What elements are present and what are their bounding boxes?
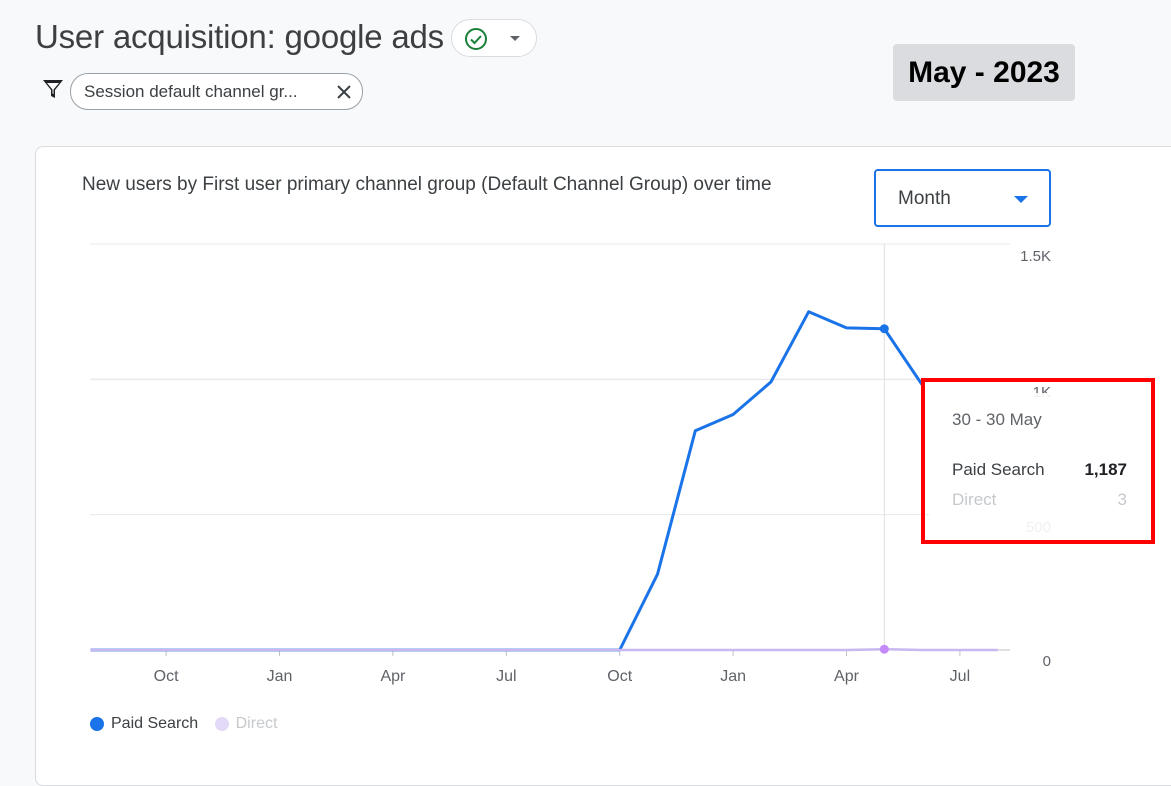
legend-label-paid-search: Paid Search <box>111 715 199 732</box>
y-tick-label: 1.5K <box>1020 248 1051 265</box>
hover-point-paid-search <box>879 324 889 334</box>
legend-item-paid-search[interactable]: Paid Search <box>90 715 198 733</box>
line-chart: 05001K1.5KOctJanAprJulOctJanAprJul <box>90 243 1051 685</box>
x-tick-label: Apr <box>380 668 406 685</box>
hover-point-direct <box>879 644 889 654</box>
y-tick-label: 0 <box>1043 653 1051 670</box>
x-tick-label: Oct <box>154 668 179 685</box>
x-tick-label: Jan <box>720 668 746 685</box>
legend-item-direct[interactable]: Direct <box>214 715 278 733</box>
series-line-direct <box>90 647 998 652</box>
x-tick-label: Jan <box>267 668 293 685</box>
legend-swatch-direct <box>214 717 229 731</box>
series-line-paid-search <box>90 310 924 652</box>
legend-swatch-paid-search <box>90 717 104 731</box>
x-tick-label: Jul <box>496 668 516 685</box>
legend-label-direct: Direct <box>235 715 278 732</box>
x-tick-label: Apr <box>834 668 860 685</box>
x-tick-label: Oct <box>607 668 632 685</box>
x-tick-label: Jul <box>950 668 970 685</box>
highlight-box <box>921 378 1155 544</box>
chart-legend: Paid Search Direct <box>90 715 289 736</box>
